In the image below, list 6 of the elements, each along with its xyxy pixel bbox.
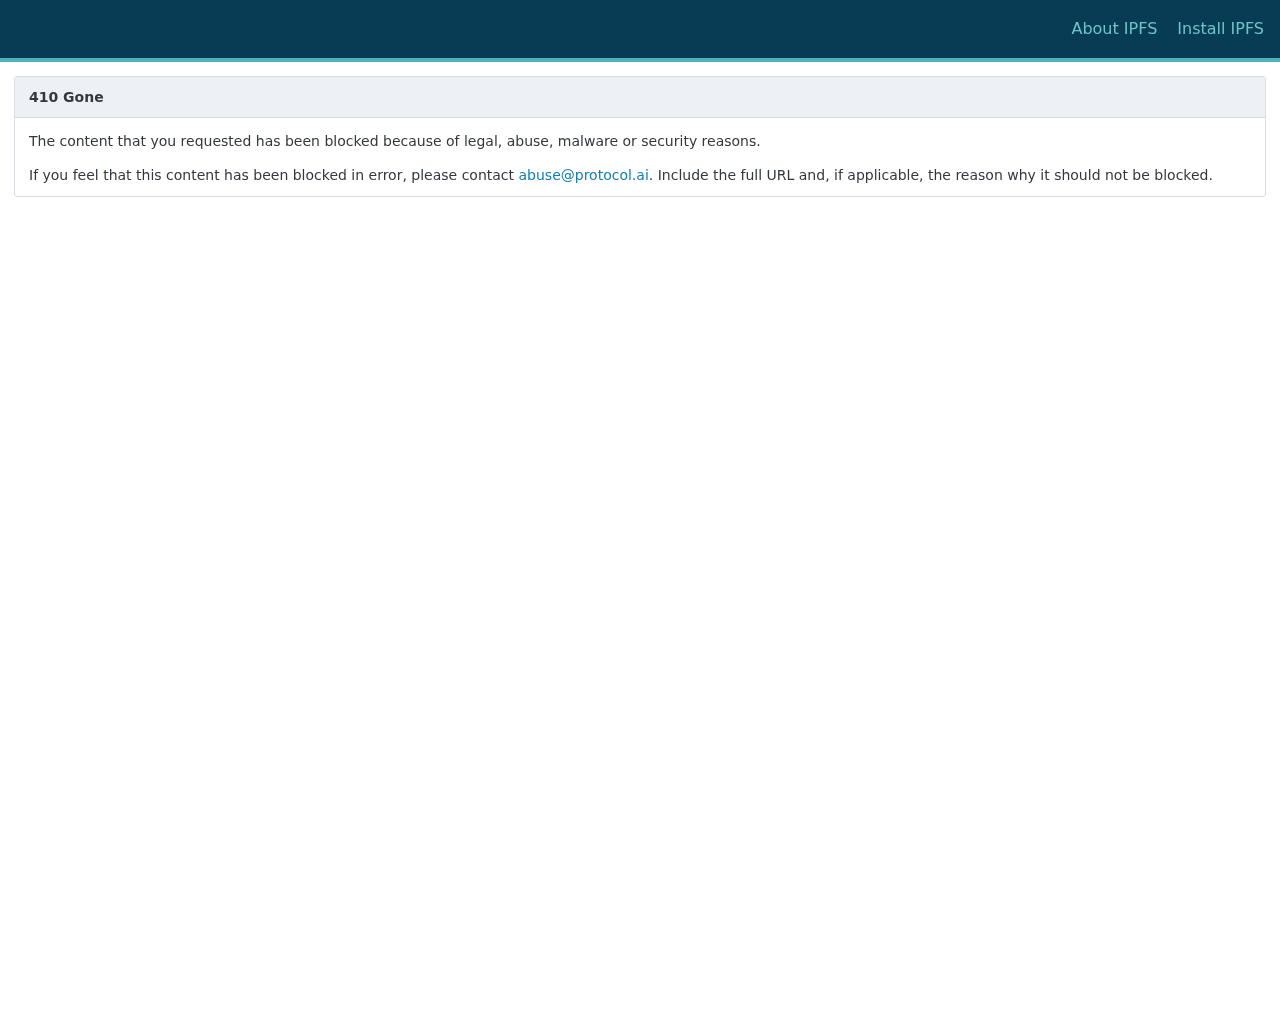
email-link[interactable]: abuse@protocol.ai [518,167,649,183]
message-text: The content that you requested has been blocked because of legal, abuse, malware or security reasons. [29,132,762,150]
message-text: If you feel that this content has been blocked in error, please contact abuse@protocol.ai. Include the full URL and, if applicable, the reason why it should not be blocked. [29,166,1214,184]
nav-link[interactable]: About IPFS [1071,17,1158,41]
card-title: 410 Gone [29,87,104,107]
nav-link[interactable]: Install IPFS [1177,17,1264,41]
